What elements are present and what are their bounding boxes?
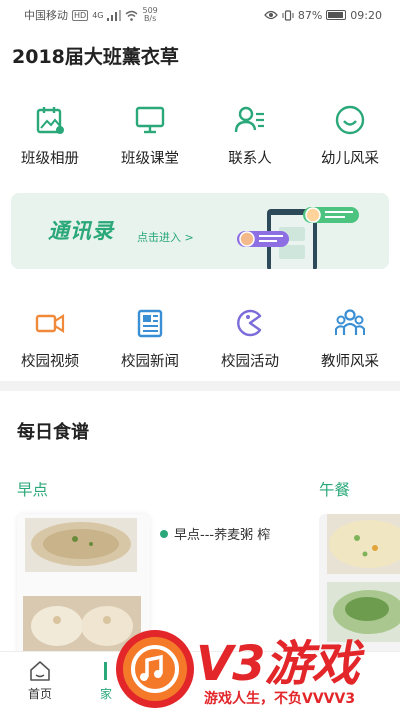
menu-label: 教师风采	[321, 354, 379, 370]
banner-title: 通讯录	[48, 219, 114, 243]
banner-enter-link[interactable]: 点击进入 >	[137, 229, 194, 245]
net-speed-unit: B/s	[143, 14, 157, 23]
news-icon	[133, 306, 167, 340]
home-icon	[30, 661, 50, 681]
bullet-dot	[160, 529, 168, 538]
status-bar: 中国移动 HD 4G 509 B/s 87% 09:20	[0, 0, 400, 30]
wifi-icon	[125, 10, 138, 21]
phone-chat-illustration	[237, 207, 359, 269]
nav-home-school-label: 家	[99, 687, 112, 701]
meal-tab-breakfast[interactable]: 早点	[17, 478, 48, 500]
menu-label: 校园活动	[221, 354, 279, 370]
clock-time: 09:20	[350, 8, 382, 22]
watermark-slogan: 游戏人生，不负VVVV3	[204, 691, 356, 707]
activity-icon	[233, 306, 267, 340]
status-left: 中国移动 HD 4G 509 B/s	[24, 7, 158, 23]
carrier-name: 中国移动	[24, 9, 68, 22]
video-icon	[33, 306, 67, 340]
menu-item-contacts[interactable]: 联系人	[200, 103, 300, 168]
net-speed: 509 B/s	[142, 7, 157, 23]
menu-item-teacher-showcase[interactable]: 教师风采	[300, 306, 400, 371]
meal-tab-lunch[interactable]: 午餐	[319, 478, 350, 500]
smile-icon	[333, 103, 367, 137]
page-title: 2018届大班薰衣草	[12, 46, 179, 68]
menu-item-child-showcase[interactable]: 幼儿风采	[300, 103, 400, 168]
section-divider	[0, 381, 400, 391]
signal-icon	[107, 9, 122, 21]
menu-item-campus-video[interactable]: 校园视频	[0, 306, 100, 371]
eye-icon	[263, 10, 278, 20]
status-right: 87% 09:20	[263, 8, 382, 22]
menu-label: 班级课堂	[121, 151, 179, 167]
menu-item-campus-news[interactable]: 校园新闻	[100, 306, 200, 371]
menu-label: 联系人	[228, 151, 272, 167]
menu-label: 校园新闻	[121, 354, 179, 370]
menu-item-class-album[interactable]: 班级相册	[0, 103, 100, 168]
contacts-banner[interactable]: 通讯录 点击进入 >	[11, 193, 389, 269]
quick-menu-top: 班级相册 班级课堂 联系人 幼儿风采	[0, 103, 400, 168]
classroom-icon	[133, 103, 167, 137]
watermark-logo	[116, 630, 194, 708]
teachers-icon	[333, 306, 367, 340]
battery-icon	[326, 10, 347, 20]
nav-home-label: 首页	[27, 687, 52, 701]
hd-badge: HD	[72, 9, 89, 21]
watermark-brand: V3游戏	[196, 636, 360, 692]
vibrate-icon	[282, 9, 294, 21]
menu-item-campus-activity[interactable]: 校园活动	[200, 306, 300, 371]
menu-label: 幼儿风采	[321, 151, 379, 167]
nav-home[interactable]: 首页	[10, 652, 70, 702]
menu-label: 班级相册	[21, 151, 79, 167]
menu-label: 校园视频	[21, 354, 79, 370]
network-type: 4G	[92, 10, 104, 20]
recipe-item-text: 早点---荞麦粥 榨	[174, 528, 271, 543]
quick-menu-bottom: 校园视频 校园新闻 校园活动 教师风采	[0, 306, 400, 371]
recipes-section-title: 每日食谱	[17, 422, 89, 443]
menu-item-class-classroom[interactable]: 班级课堂	[100, 103, 200, 168]
watermark-overlay: V3游戏 游戏人生，不负VVVV3	[112, 626, 400, 711]
battery-percent: 87%	[297, 8, 323, 22]
album-icon	[33, 103, 67, 137]
contacts-icon	[233, 103, 267, 137]
recipe-breakfast-item[interactable]: 早点---荞麦粥 榨	[160, 524, 270, 543]
